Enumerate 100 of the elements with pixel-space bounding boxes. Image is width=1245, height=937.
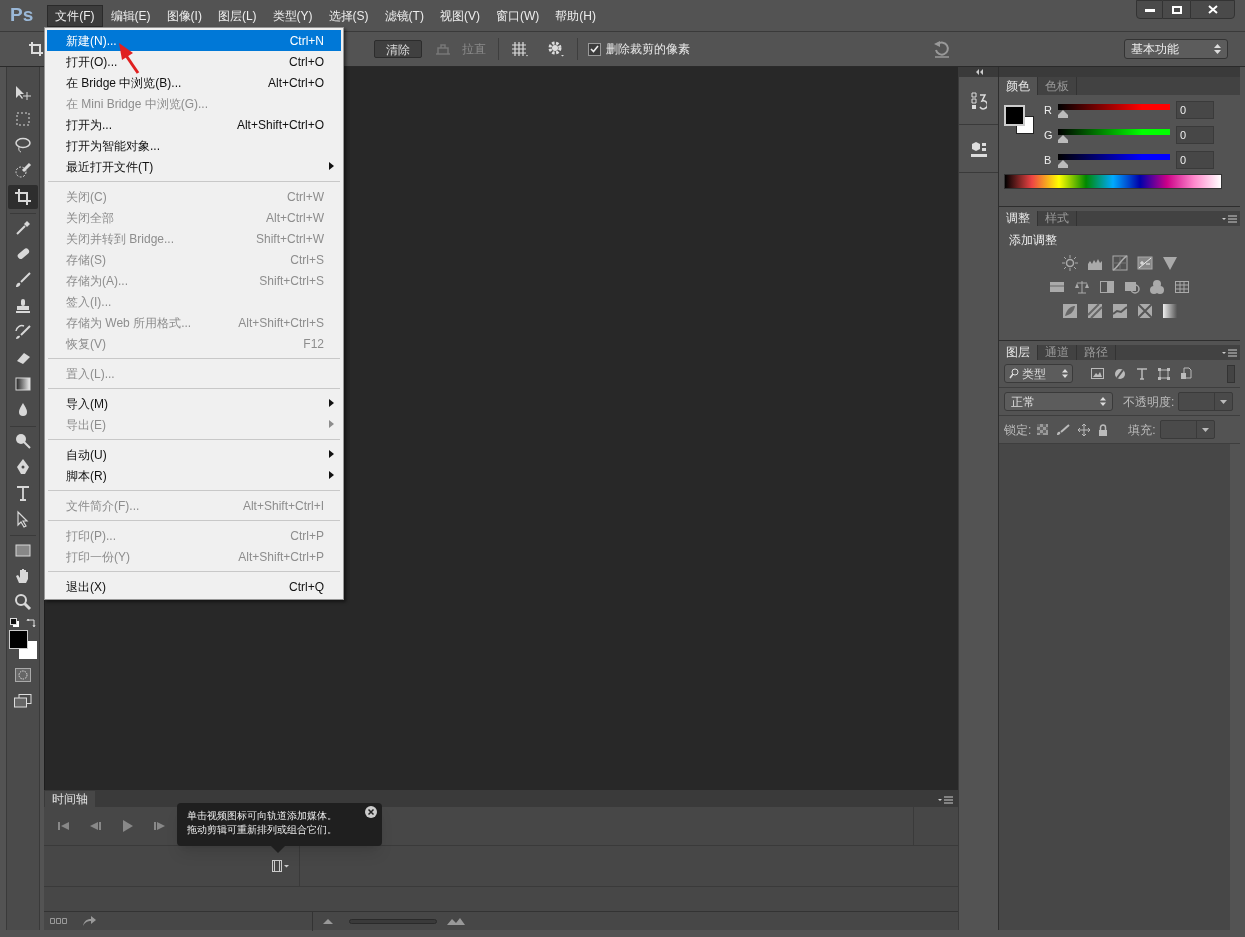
transform-icon[interactable] bbox=[1158, 367, 1170, 380]
first-frame-icon[interactable] bbox=[58, 821, 70, 831]
gear-icon[interactable] bbox=[547, 40, 565, 58]
menu-item[interactable]: 新建(N)... Ctrl+N bbox=[47, 30, 341, 51]
menu-item[interactable]: 帮助(H) bbox=[547, 4, 604, 27]
menu-item[interactable]: 打开为智能对象... bbox=[47, 135, 341, 156]
workspace-dropdown[interactable]: 基本功能 bbox=[1124, 39, 1228, 59]
menu-item[interactable]: 窗口(W) bbox=[487, 4, 548, 27]
menu-item[interactable]: 自动(U) bbox=[47, 444, 341, 465]
gradient-icon bbox=[14, 375, 32, 393]
menu-item[interactable]: 类型(Y) bbox=[264, 4, 321, 27]
checkbox[interactable] bbox=[588, 42, 601, 56]
default-colors-icon[interactable] bbox=[10, 618, 20, 628]
close-button[interactable] bbox=[1190, 0, 1235, 19]
curve-icon[interactable] bbox=[1111, 255, 1128, 271]
up-down-arrows-icon bbox=[1214, 44, 1221, 54]
panel-menu-icon[interactable] bbox=[1222, 215, 1238, 223]
previous-frame-icon[interactable] bbox=[90, 821, 102, 831]
play-icon[interactable] bbox=[122, 820, 134, 832]
circles-icon[interactable] bbox=[1149, 279, 1165, 295]
menu-item[interactable]: 在 Bridge 中浏览(B)... Alt+Ctrl+O bbox=[47, 72, 341, 93]
checker-icon[interactable] bbox=[1037, 424, 1049, 435]
lock-icon[interactable] bbox=[1098, 423, 1109, 436]
type-icon[interactable] bbox=[1136, 367, 1148, 380]
grid-icon[interactable] bbox=[511, 41, 529, 57]
plus-minus-icon[interactable] bbox=[1136, 255, 1153, 271]
lasso-icon bbox=[14, 136, 32, 154]
slider-thumb[interactable] bbox=[1058, 110, 1068, 118]
panel-menu-icon[interactable] bbox=[938, 796, 954, 804]
properties-icon[interactable] bbox=[969, 139, 988, 158]
menu-item[interactable]: 图层(L) bbox=[209, 4, 265, 27]
clear-button[interactable]: 清除 bbox=[374, 40, 422, 58]
panel-menu-icon[interactable] bbox=[1222, 349, 1238, 357]
filter-toggle[interactable] bbox=[1227, 364, 1235, 383]
scales-icon[interactable] bbox=[1074, 279, 1090, 295]
maximize-button[interactable] bbox=[1163, 0, 1190, 19]
zoom-out-mountain-icon[interactable] bbox=[323, 918, 333, 924]
tool-button[interactable] bbox=[8, 185, 38, 209]
image-icon[interactable] bbox=[1091, 368, 1104, 379]
panel-collapse-bar[interactable] bbox=[959, 67, 998, 77]
next-frame-icon[interactable] bbox=[154, 821, 166, 831]
menu-item[interactable]: 编辑(E) bbox=[102, 4, 159, 27]
color-spectrum[interactable] bbox=[1004, 174, 1222, 189]
menu-item[interactable]: 脚本(R) bbox=[47, 465, 341, 486]
menu-item[interactable]: 滤镜(T) bbox=[376, 4, 432, 27]
reset-icon[interactable] bbox=[932, 40, 952, 58]
channel-value-field[interactable]: 0 bbox=[1176, 126, 1214, 144]
diagonal-icon[interactable] bbox=[1086, 303, 1103, 319]
minimize-icon bbox=[1144, 7, 1155, 12]
app-logo: Ps bbox=[10, 3, 34, 28]
gradient-bar-icon[interactable] bbox=[1049, 279, 1065, 295]
channel-value-field[interactable]: 0 bbox=[1176, 151, 1214, 169]
crop-icon[interactable] bbox=[28, 41, 44, 57]
move-arrows-icon[interactable] bbox=[1078, 423, 1091, 436]
blend-mode-dropdown[interactable]: 正常 bbox=[1004, 392, 1113, 411]
menu-item[interactable]: 图像(I) bbox=[158, 4, 210, 27]
quick-mask-icon[interactable] bbox=[15, 668, 31, 682]
camera-icon[interactable] bbox=[1124, 279, 1140, 295]
slider-thumb[interactable] bbox=[1058, 160, 1068, 168]
menu-item[interactable]: 文件(F) bbox=[47, 4, 103, 27]
redo-arrow-icon[interactable] bbox=[82, 915, 96, 927]
triangle-icon[interactable] bbox=[1161, 255, 1178, 271]
slider-thumb[interactable] bbox=[1058, 135, 1068, 143]
minimize-button[interactable] bbox=[1136, 0, 1163, 19]
film-icon[interactable] bbox=[272, 860, 290, 872]
cross-icon[interactable] bbox=[1136, 303, 1153, 319]
color-swatches-icon[interactable] bbox=[1004, 105, 1034, 137]
zoom-in-mountain-icon[interactable] bbox=[447, 917, 465, 925]
channel-value-field[interactable]: 0 bbox=[1176, 101, 1214, 119]
menu-item[interactable]: 打开为... Alt+Shift+Ctrl+O bbox=[47, 114, 341, 135]
leaf-icon[interactable] bbox=[1061, 303, 1078, 319]
gradient-square-icon[interactable] bbox=[1161, 303, 1178, 319]
timeline-tab[interactable]: 时间轴 bbox=[45, 791, 95, 807]
tooltip-text: 拖动剪辑可重新排列或组合它们。 bbox=[187, 823, 338, 837]
menu-item[interactable]: 选择(S) bbox=[320, 4, 377, 27]
menu-item[interactable]: 打开(O)... Ctrl+O bbox=[47, 51, 341, 72]
half-circle-icon[interactable] bbox=[1114, 367, 1126, 380]
opacity-field[interactable] bbox=[1178, 392, 1234, 411]
screen-mode-icon[interactable] bbox=[14, 694, 32, 708]
half-square-icon[interactable] bbox=[1099, 279, 1115, 295]
swap-arrows-icon[interactable] bbox=[26, 618, 36, 628]
grid-icon[interactable] bbox=[1174, 279, 1190, 295]
brush-icon[interactable] bbox=[1056, 423, 1071, 436]
menu-item[interactable]: 导入(M) bbox=[47, 393, 341, 414]
panel-tab[interactable]: 图层 bbox=[999, 345, 1038, 360]
frames-icon[interactable] bbox=[50, 918, 68, 924]
smart-object-icon[interactable] bbox=[1180, 367, 1192, 380]
color-swatches-icon[interactable] bbox=[9, 630, 37, 660]
history-icon[interactable] bbox=[970, 91, 987, 110]
tooltip-close-icon[interactable] bbox=[365, 806, 377, 818]
wave-icon[interactable] bbox=[1111, 303, 1128, 319]
menu-item[interactable]: 视图(V) bbox=[431, 4, 488, 27]
zoom-slider[interactable] bbox=[349, 918, 437, 924]
panel-tab[interactable]: 颜色 bbox=[999, 77, 1038, 95]
panel-tab[interactable]: 调整 bbox=[999, 211, 1038, 226]
menu-item[interactable]: 最近打开文件(T) bbox=[47, 156, 341, 177]
fill-field[interactable] bbox=[1159, 420, 1215, 439]
sun-icon[interactable] bbox=[1061, 255, 1078, 271]
menu-item[interactable]: 退出(X) Ctrl+Q bbox=[47, 576, 341, 597]
filter-type-dropdown[interactable]: 类型 bbox=[1004, 364, 1073, 383]
